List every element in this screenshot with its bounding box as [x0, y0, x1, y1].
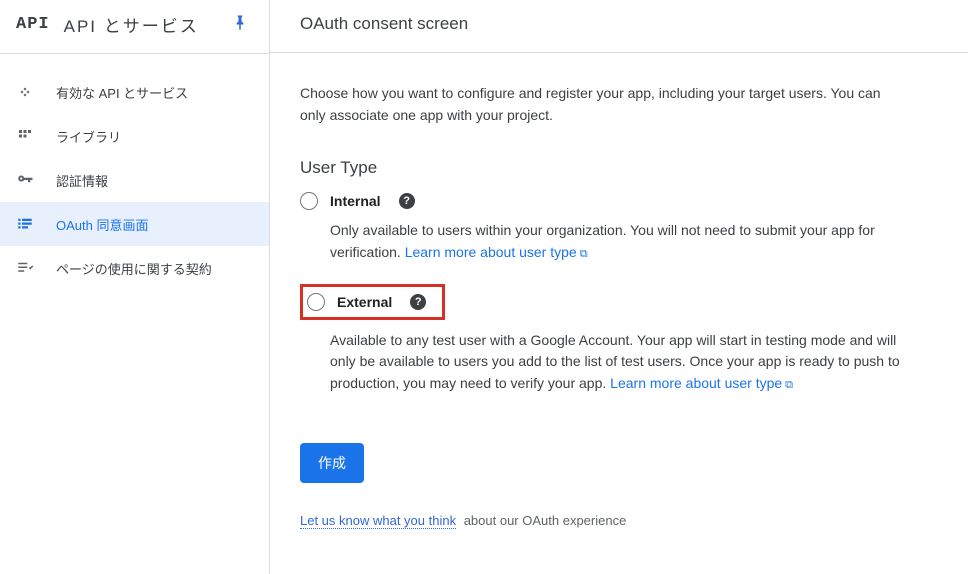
external-highlight-box: External ? — [300, 284, 445, 320]
sidebar-nav: 有効な API とサービス ライブラリ 認証情報 OAuth 同意画面 — [0, 54, 269, 290]
radio-external-label: External — [337, 294, 392, 310]
external-description: Available to any test user with a Google… — [330, 330, 900, 395]
feedback-line: Let us know what you think about our OAu… — [300, 513, 900, 528]
radio-internal-label: Internal — [330, 193, 381, 209]
sidebar-item-label: OAuth 同意画面 — [56, 215, 148, 234]
external-link-icon: ⧉ — [785, 379, 793, 391]
page-title: OAuth consent screen — [270, 0, 968, 53]
consent-screen-icon — [16, 215, 56, 233]
help-icon[interactable]: ? — [410, 294, 426, 310]
pin-icon[interactable] — [231, 14, 249, 36]
sidebar-item-oauth-consent[interactable]: OAuth 同意画面 — [0, 202, 269, 246]
sidebar: API API とサービス 有効な API とサービス ライブラリ — [0, 0, 270, 574]
sidebar-item-library[interactable]: ライブラリ — [0, 114, 269, 158]
sidebar-item-label: 認証情報 — [56, 171, 108, 190]
external-link-icon: ⧉ — [580, 248, 588, 260]
radio-external[interactable] — [307, 293, 325, 311]
checklist-icon — [16, 259, 56, 277]
feedback-link[interactable]: Let us know what you think — [300, 513, 456, 529]
user-type-heading: User Type — [300, 158, 900, 178]
sidebar-title: API とサービス — [64, 12, 231, 37]
sidebar-item-label: ページの使用に関する契約 — [56, 259, 212, 278]
feedback-rest: about our OAuth experience — [460, 513, 626, 528]
intro-text: Choose how you want to configure and reg… — [300, 83, 900, 126]
sidebar-item-credentials[interactable]: 認証情報 — [0, 158, 269, 202]
library-icon — [16, 127, 56, 145]
sidebar-item-page-usage[interactable]: ページの使用に関する契約 — [0, 246, 269, 290]
api-logo-text: API — [16, 15, 50, 34]
internal-learn-more-link[interactable]: Learn more about user type⧉ — [405, 244, 588, 260]
sidebar-item-enabled-apis[interactable]: 有効な API とサービス — [0, 70, 269, 114]
sidebar-item-label: ライブラリ — [56, 127, 121, 146]
help-icon[interactable]: ? — [399, 193, 415, 209]
sidebar-item-label: 有効な API とサービス — [56, 83, 188, 102]
main-content: OAuth consent screen Choose how you want… — [270, 0, 968, 574]
user-type-internal-row: Internal ? — [300, 192, 900, 210]
sidebar-header: API API とサービス — [0, 0, 269, 54]
external-learn-more-link[interactable]: Learn more about user type⧉ — [610, 375, 793, 391]
diamond-icon — [16, 83, 56, 101]
key-icon — [16, 171, 56, 189]
internal-description: Only available to users within your orga… — [330, 220, 900, 263]
create-button[interactable]: 作成 — [300, 443, 364, 483]
radio-internal[interactable] — [300, 192, 318, 210]
